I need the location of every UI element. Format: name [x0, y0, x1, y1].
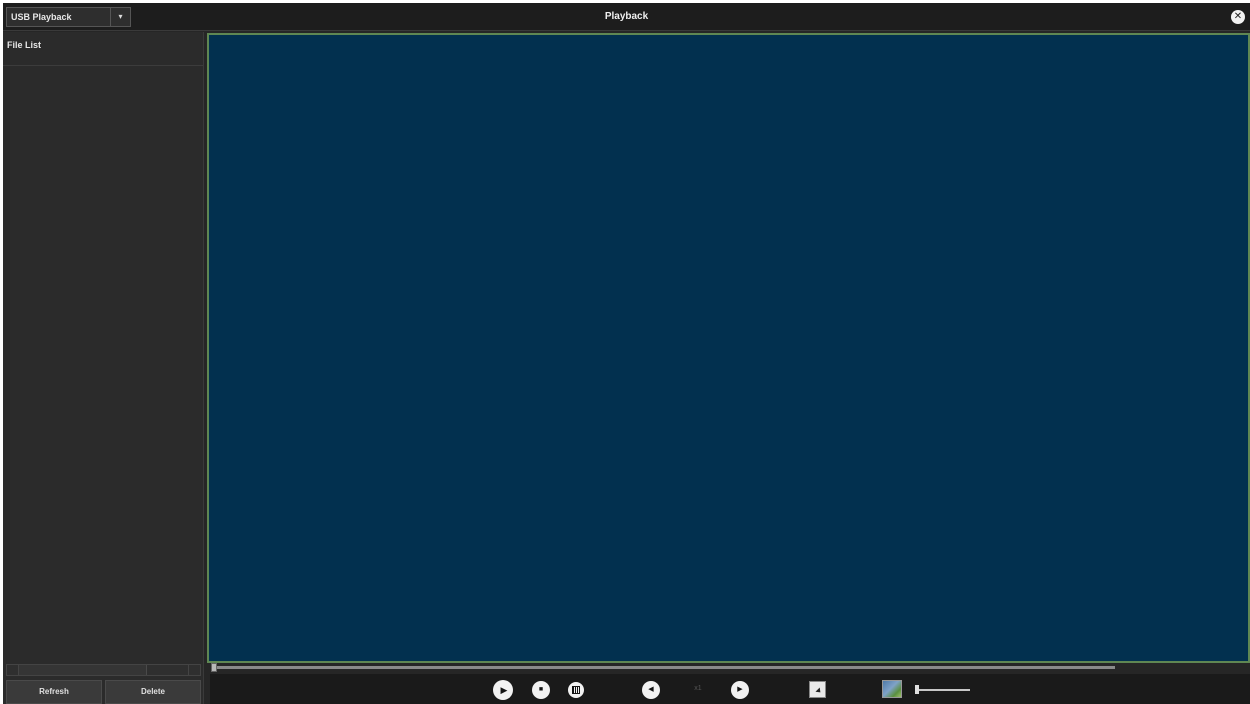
title-bar: USB Playback ▾ Playback ✕ [3, 3, 1250, 31]
play-icon[interactable]: ▶ [493, 680, 513, 700]
seek-handle[interactable] [211, 663, 217, 672]
volume-slider[interactable] [915, 685, 970, 694]
playback-source-select[interactable]: USB Playback [6, 7, 111, 27]
playback-window: USB Playback ▾ Playback ✕ File List Refr… [3, 3, 1250, 704]
seek-track[interactable] [215, 666, 1115, 669]
frame-step-icon[interactable] [568, 682, 584, 698]
horizontal-scrollbar[interactable] [6, 664, 201, 676]
fast-forward-icon[interactable]: ▶ [731, 681, 749, 699]
dropdown-arrow-icon[interactable]: ▾ [111, 7, 131, 27]
volume-handle[interactable] [915, 685, 919, 694]
delete-button[interactable]: Delete [105, 680, 201, 704]
scroll-left-arrow[interactable] [7, 665, 19, 675]
video-display[interactable] [207, 33, 1250, 663]
seek-bar[interactable] [207, 663, 1250, 673]
slow-play-icon[interactable]: ◀ [642, 681, 660, 699]
file-list[interactable] [3, 66, 203, 662]
playback-speed-label: x1 [694, 685, 702, 692]
stop-icon[interactable]: ■ [532, 681, 550, 699]
scroll-right-arrow[interactable] [188, 665, 200, 675]
snapshot-icon[interactable] [809, 681, 826, 698]
close-icon[interactable]: ✕ [1231, 10, 1245, 24]
file-list-panel: File List Refresh Delete [3, 32, 204, 704]
scrollbar-thumb[interactable] [19, 665, 147, 675]
refresh-button[interactable]: Refresh [6, 680, 102, 704]
file-list-header: File List [3, 40, 203, 66]
file-action-buttons: Refresh Delete [6, 680, 202, 704]
playback-control-bar: ▶ ■ ◀ x1 ▶ [210, 674, 1250, 704]
audio-icon[interactable] [882, 680, 902, 698]
window-title: Playback [604, 11, 649, 22]
